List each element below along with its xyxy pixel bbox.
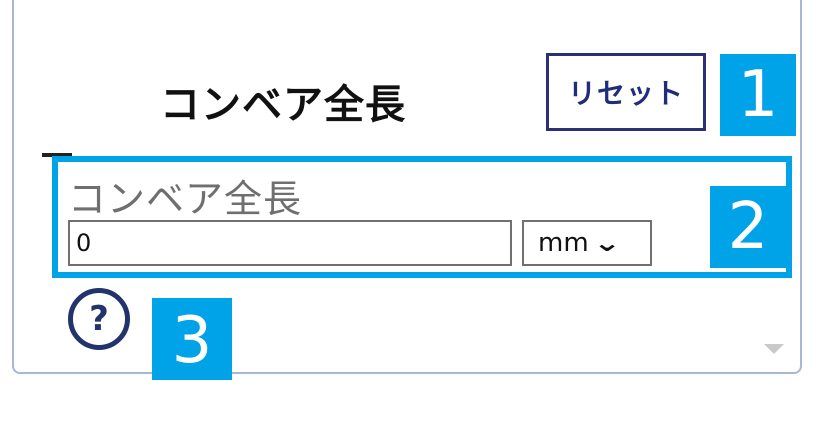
conveyor-length-input[interactable] <box>68 220 512 266</box>
annotation-badge-1: 1 <box>720 54 796 136</box>
panel-title: コンベア全長 <box>160 82 406 128</box>
annotation-badge-3: 3 <box>152 298 232 384</box>
annotation-badge-2: 2 <box>710 186 786 268</box>
chevron-down-icon: ⌄ <box>592 229 621 257</box>
blank-strip <box>0 380 824 430</box>
page: コンベア全長 リセット 1 コンベア全長 mm ⌄ 2 ? 3 <box>0 0 824 430</box>
help-icon[interactable]: ? <box>68 288 130 350</box>
unit-select[interactable]: mm ⌄ <box>522 220 652 266</box>
field-label: コンベア全長 <box>68 177 303 221</box>
reset-button[interactable]: リセット <box>546 53 706 131</box>
scroll-down-icon[interactable] <box>764 344 784 354</box>
unit-select-value: mm <box>538 228 589 258</box>
